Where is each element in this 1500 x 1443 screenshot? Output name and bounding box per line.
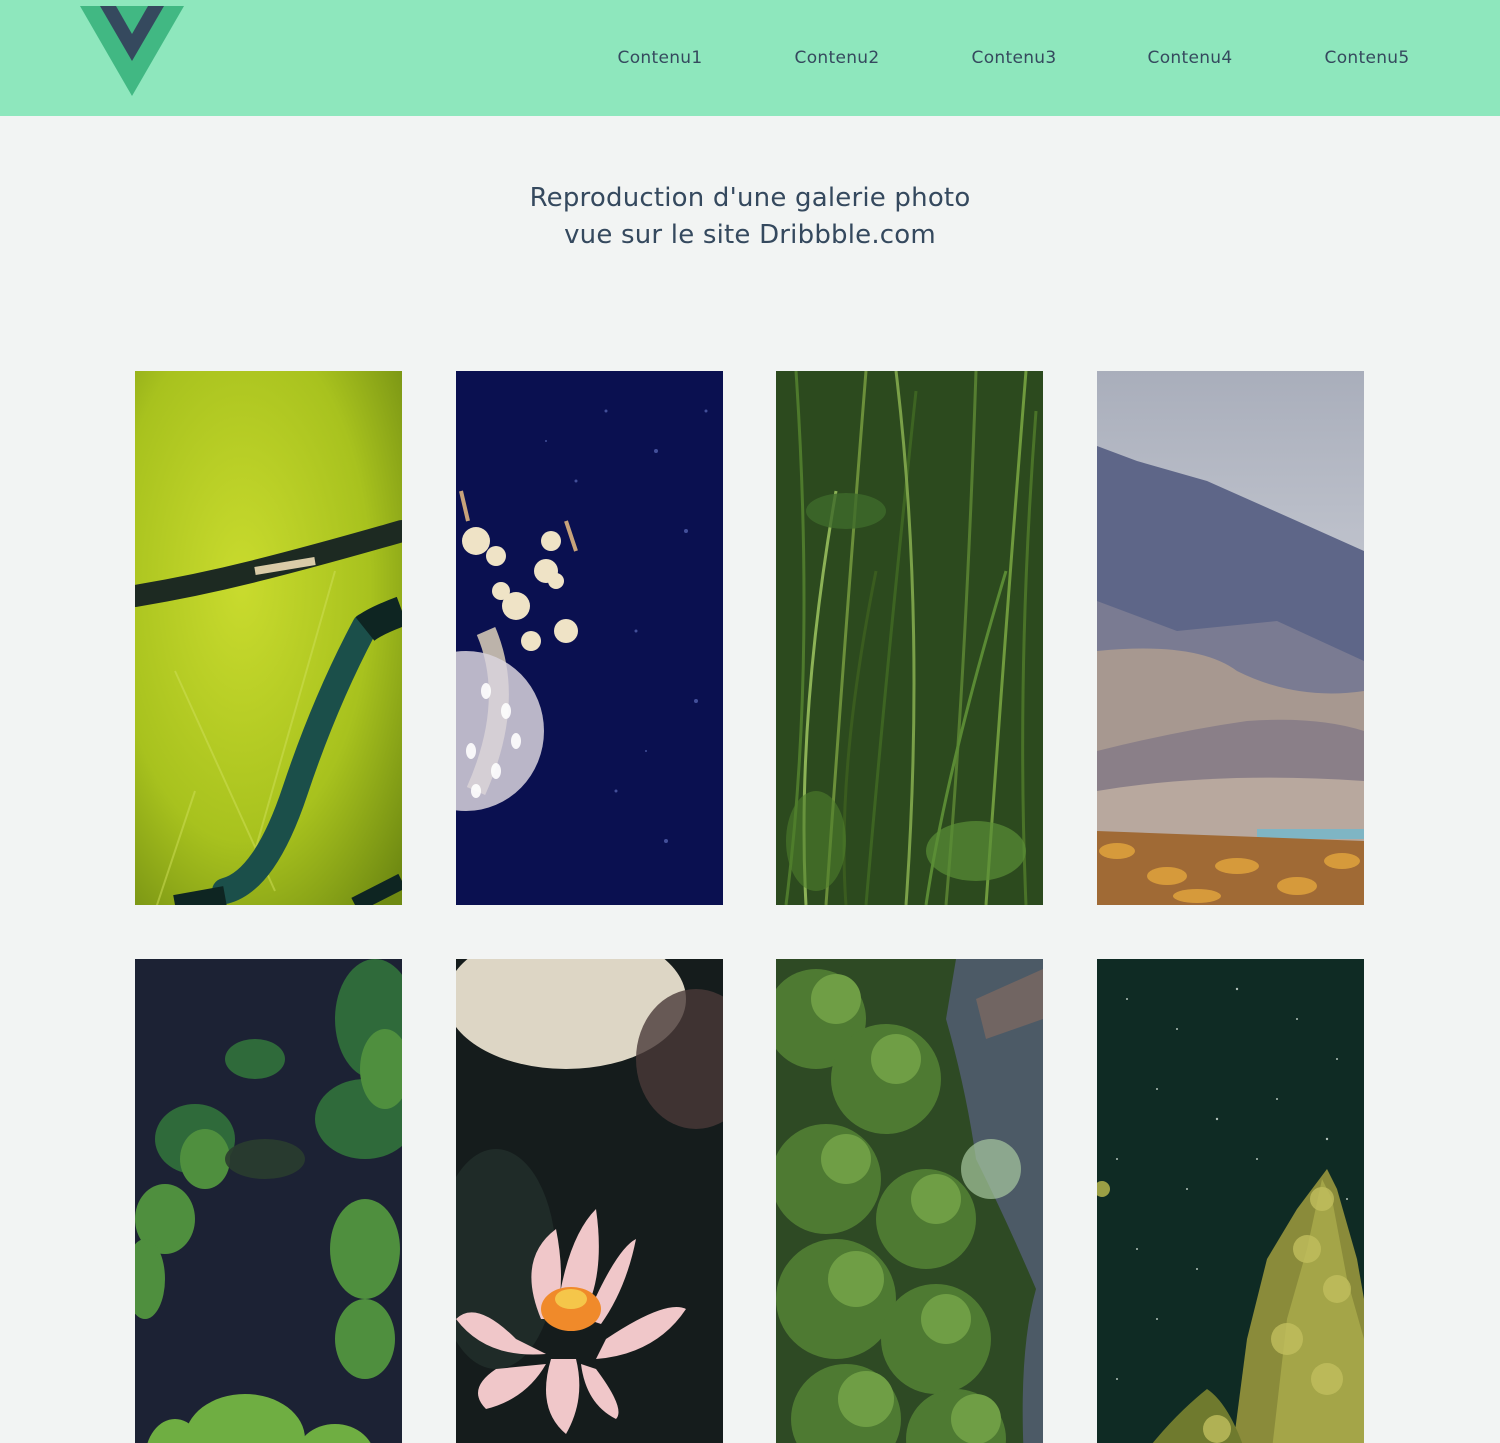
nav-link-contenu5[interactable]: Contenu5 bbox=[1312, 44, 1422, 72]
aerial-forest-photo-image bbox=[776, 959, 1043, 1443]
nav-link-contenu4[interactable]: Contenu4 bbox=[1135, 44, 1245, 72]
gallery-photo-oak-leaves[interactable] bbox=[135, 959, 402, 1443]
gallery-photo-water-lily[interactable] bbox=[456, 959, 723, 1443]
gallery-photo-starry-trees[interactable] bbox=[1097, 959, 1364, 1443]
mountain-photo-image bbox=[1097, 371, 1364, 905]
main-nav: Contenu1 Contenu2 Contenu3 Contenu4 Cont… bbox=[0, 44, 1500, 72]
gallery-photo-jellyfish[interactable] bbox=[456, 371, 723, 905]
beetle-photo-image bbox=[135, 371, 402, 905]
jellyfish-photo-image bbox=[456, 371, 723, 905]
gallery-photo-beetle[interactable] bbox=[135, 371, 402, 905]
oak-leaves-photo-image bbox=[135, 959, 402, 1443]
gallery-photo-mountain[interactable] bbox=[1097, 371, 1364, 905]
grass-photo-image bbox=[776, 371, 1043, 905]
page-title: Reproduction d'une galerie photo vue sur… bbox=[0, 180, 1500, 254]
nav-link-contenu1[interactable]: Contenu1 bbox=[605, 44, 715, 72]
nav-link-contenu3[interactable]: Contenu3 bbox=[959, 44, 1069, 72]
gallery-photo-grass[interactable] bbox=[776, 371, 1043, 905]
starry-trees-photo-image bbox=[1097, 959, 1364, 1443]
page-title-line-2: vue sur le site Dribbble.com bbox=[564, 220, 936, 250]
gallery-photo-aerial-forest[interactable] bbox=[776, 959, 1043, 1443]
nav-link-contenu2[interactable]: Contenu2 bbox=[782, 44, 892, 72]
top-navbar: Contenu1 Contenu2 Contenu3 Contenu4 Cont… bbox=[0, 0, 1500, 116]
page-title-line-1: Reproduction d'une galerie photo bbox=[529, 183, 971, 213]
water-lily-photo-image bbox=[456, 959, 723, 1443]
